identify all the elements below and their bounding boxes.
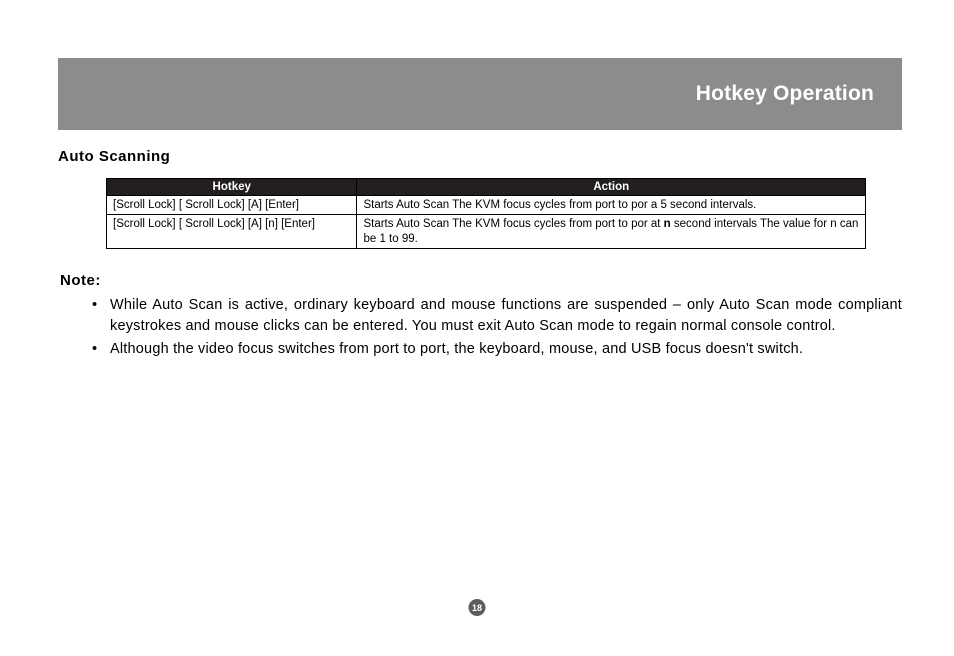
note-list: While Auto Scan is active, ordinary keyb… — [60, 295, 902, 360]
note-item: While Auto Scan is active, ordinary keyb… — [78, 295, 902, 337]
section-heading: Auto Scanning — [58, 148, 170, 165]
cell-action: Starts Auto Scan The KVM focus cycles fr… — [357, 215, 866, 249]
col-header-hotkey: Hotkey — [107, 179, 357, 196]
cell-hotkey: [Scroll Lock] [ Scroll Lock] [A] [n] [En… — [107, 215, 357, 249]
cell-action: Starts Auto Scan The KVM focus cycles fr… — [357, 196, 866, 215]
note-item: Although the video focus switches from p… — [78, 339, 902, 360]
table-header-row: Hotkey Action — [107, 179, 866, 196]
cell-hotkey: [Scroll Lock] [ Scroll Lock] [A] [Enter] — [107, 196, 357, 215]
hotkey-table: Hotkey Action [Scroll Lock] [ Scroll Loc… — [106, 178, 866, 249]
note-heading: Note: — [60, 272, 902, 289]
col-header-action: Action — [357, 179, 866, 196]
table-row: [Scroll Lock] [ Scroll Lock] [A] [Enter]… — [107, 196, 866, 215]
cell-action-pre: Starts Auto Scan The KVM focus cycles fr… — [363, 218, 663, 230]
chapter-header-bar: Hotkey Operation — [58, 58, 902, 130]
table-row: [Scroll Lock] [ Scroll Lock] [A] [n] [En… — [107, 215, 866, 249]
note-block: Note: While Auto Scan is active, ordinar… — [60, 272, 902, 362]
page-number-badge: 18 — [469, 599, 486, 616]
cell-action-bold: n — [664, 218, 671, 230]
chapter-title: Hotkey Operation — [696, 82, 874, 106]
